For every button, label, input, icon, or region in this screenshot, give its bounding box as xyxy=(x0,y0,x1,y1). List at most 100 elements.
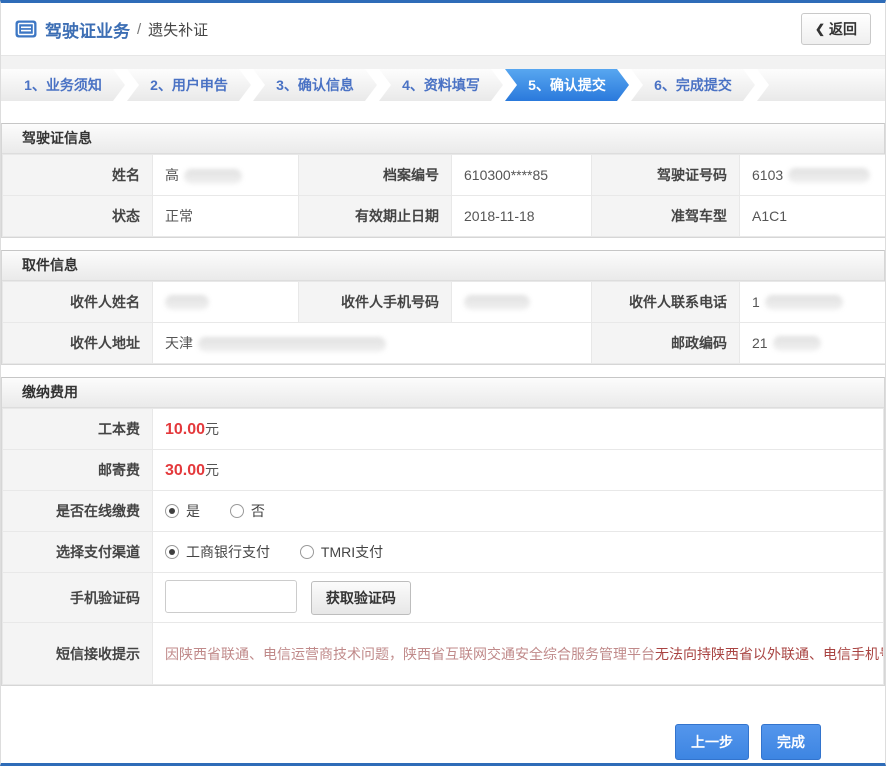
redacted-text xyxy=(765,295,843,310)
name-text: 高 xyxy=(165,167,179,183)
table-row: 短信接收提示 因陕西省联通、电信运营商技术问题，陕西省互联网交通安全综合服务管理… xyxy=(3,623,884,685)
chevron-left-icon: ❮ xyxy=(815,22,825,36)
field-label-name: 姓名 xyxy=(3,155,153,196)
step-item-5-active: 5、确认提交 xyxy=(505,69,629,101)
radio-label: TMRI支付 xyxy=(321,542,383,562)
fees-table: 工本费 10.00元 邮寄费 30.00元 是否在线缴费 是 xyxy=(2,408,884,685)
field-value-license-no: 6103 xyxy=(740,155,886,196)
header-bar: 驾驶证业务 / 遗失补证 ❮ 返回 xyxy=(1,3,885,56)
radio-pay-channel-tmri[interactable]: TMRI支付 xyxy=(300,542,383,562)
radio-selected-icon xyxy=(165,504,179,518)
radio-label: 工商银行支付 xyxy=(186,542,270,562)
field-value-postal-code: 21 xyxy=(740,323,886,364)
field-value-name: 高 xyxy=(153,155,299,196)
field-value-status: 正常 xyxy=(153,196,299,237)
step-item-1: 1、业务须知 xyxy=(1,69,125,101)
field-label-work-fee: 工本费 xyxy=(3,409,153,450)
radio-online-pay-no[interactable]: 否 xyxy=(230,501,265,521)
field-value-recipient-mobile xyxy=(452,282,592,323)
radio-unselected-icon xyxy=(300,545,314,559)
previous-step-button[interactable]: 上一步 xyxy=(675,724,749,760)
recipient-address-text: 天津 xyxy=(165,335,193,351)
section-title-fees: 缴纳费用 xyxy=(2,378,884,408)
field-label-pay-channel: 选择支付渠道 xyxy=(3,532,153,573)
table-row: 工本费 10.00元 xyxy=(3,409,884,450)
breadcrumb-current: 遗失补证 xyxy=(148,19,208,40)
table-row: 姓名 高 档案编号 610300****85 驾驶证号码 6103 xyxy=(3,155,886,196)
field-value-file-no: 610300****85 xyxy=(452,155,592,196)
field-label-sms-code: 手机验证码 xyxy=(3,573,153,623)
sms-code-input[interactable] xyxy=(165,580,297,613)
get-code-button[interactable]: 获取验证码 xyxy=(311,581,411,615)
radio-unselected-icon xyxy=(230,504,244,518)
footer-actions: 上一步 完成 xyxy=(1,698,885,760)
field-label-sms-notice: 短信接收提示 xyxy=(3,623,153,685)
field-label-postal-code: 邮政编码 xyxy=(592,323,740,364)
header-gap xyxy=(1,56,885,69)
list-icon xyxy=(15,20,37,38)
step-item-6: 6、完成提交 xyxy=(631,69,755,101)
field-value-recipient-phone: 1 xyxy=(740,282,886,323)
steps-bar-filler xyxy=(757,69,885,101)
field-label-file-no: 档案编号 xyxy=(299,155,452,196)
field-label-license-no: 驾驶证号码 xyxy=(592,155,740,196)
field-label-recipient-name: 收件人姓名 xyxy=(3,282,153,323)
postal-code-text: 21 xyxy=(752,335,768,351)
radio-label: 是 xyxy=(186,501,200,521)
section-license-info: 驾驶证信息 姓名 高 档案编号 610300****85 驾驶证号码 6103 … xyxy=(1,123,885,238)
field-label-expiry: 有效期止日期 xyxy=(299,196,452,237)
redacted-text xyxy=(198,337,386,352)
work-fee-amount: 10.00 xyxy=(165,421,205,438)
back-button[interactable]: ❮ 返回 xyxy=(801,13,871,45)
step-item-2: 2、用户申告 xyxy=(127,69,251,101)
redacted-text xyxy=(788,168,870,183)
section-title-license: 驾驶证信息 xyxy=(2,124,884,154)
step-item-3: 3、确认信息 xyxy=(253,69,377,101)
table-row: 手机验证码 获取验证码 xyxy=(3,573,884,623)
finish-button[interactable]: 完成 xyxy=(761,724,821,760)
radio-pay-channel-icbc[interactable]: 工商银行支付 xyxy=(165,542,270,562)
field-label-recipient-phone: 收件人联系电话 xyxy=(592,282,740,323)
sms-notice-text-emphasis: 无法向持陕西省以外联通、电信手机号码的用户发送短信, xyxy=(655,646,884,662)
radio-online-pay-yes[interactable]: 是 xyxy=(165,501,200,521)
field-value-work-fee: 10.00元 xyxy=(153,409,884,450)
field-label-online-pay: 是否在线缴费 xyxy=(3,491,153,532)
redacted-text xyxy=(773,336,821,351)
redacted-text xyxy=(184,169,242,184)
field-value-sms-code: 获取验证码 xyxy=(153,573,884,623)
mail-fee-unit: 元 xyxy=(205,462,219,478)
radio-selected-icon xyxy=(165,545,179,559)
field-value-online-pay: 是 否 xyxy=(153,491,884,532)
section-pickup-info: 取件信息 收件人姓名 收件人手机号码 收件人联系电话 1 收件人地址 xyxy=(1,250,885,365)
page-title: 驾驶证业务 xyxy=(45,17,130,42)
table-row: 邮寄费 30.00元 xyxy=(3,450,884,491)
recipient-phone-text: 1 xyxy=(752,294,760,310)
step-item-4: 4、资料填写 xyxy=(379,69,503,101)
sms-notice-text: 因陕西省联通、电信运营商技术问题，陕西省互联网交通安全综合服务管理平台 xyxy=(165,646,655,662)
radio-label: 否 xyxy=(251,501,265,521)
redacted-text xyxy=(165,295,209,310)
field-value-vehicle-class: A1C1 xyxy=(740,196,886,237)
field-label-vehicle-class: 准驾车型 xyxy=(592,196,740,237)
license-table: 姓名 高 档案编号 610300****85 驾驶证号码 6103 状态 正常 … xyxy=(2,154,886,237)
page: 驾驶证业务 / 遗失补证 ❮ 返回 1、业务须知 2、用户申告 3、确认信息 4… xyxy=(0,0,886,766)
redacted-text xyxy=(464,295,530,310)
section-title-pickup: 取件信息 xyxy=(2,251,884,281)
field-value-expiry: 2018-11-18 xyxy=(452,196,592,237)
table-row: 是否在线缴费 是 否 xyxy=(3,491,884,532)
field-value-pay-channel: 工商银行支付 TMRI支付 xyxy=(153,532,884,573)
mail-fee-amount: 30.00 xyxy=(165,462,205,479)
steps-bar: 1、业务须知 2、用户申告 3、确认信息 4、资料填写 5、确认提交 6、完成提… xyxy=(1,69,885,101)
license-no-text: 6103 xyxy=(752,167,783,183)
field-label-recipient-mobile: 收件人手机号码 xyxy=(299,282,452,323)
back-button-label: 返回 xyxy=(829,19,857,39)
table-row: 收件人姓名 收件人手机号码 收件人联系电话 1 xyxy=(3,282,886,323)
table-row: 收件人地址 天津 邮政编码 21 xyxy=(3,323,886,364)
field-value-sms-notice: 因陕西省联通、电信运营商技术问题，陕西省互联网交通安全综合服务管理平台无法向持陕… xyxy=(153,623,884,685)
table-row: 选择支付渠道 工商银行支付 TMRI支付 xyxy=(3,532,884,573)
breadcrumb-separator: / xyxy=(137,21,141,38)
section-fees: 缴纳费用 工本费 10.00元 邮寄费 30.00元 是否在线缴费 xyxy=(1,377,885,686)
pickup-table: 收件人姓名 收件人手机号码 收件人联系电话 1 收件人地址 天津 邮政编码 xyxy=(2,281,886,364)
field-label-mail-fee: 邮寄费 xyxy=(3,450,153,491)
field-value-recipient-address: 天津 xyxy=(153,323,592,364)
